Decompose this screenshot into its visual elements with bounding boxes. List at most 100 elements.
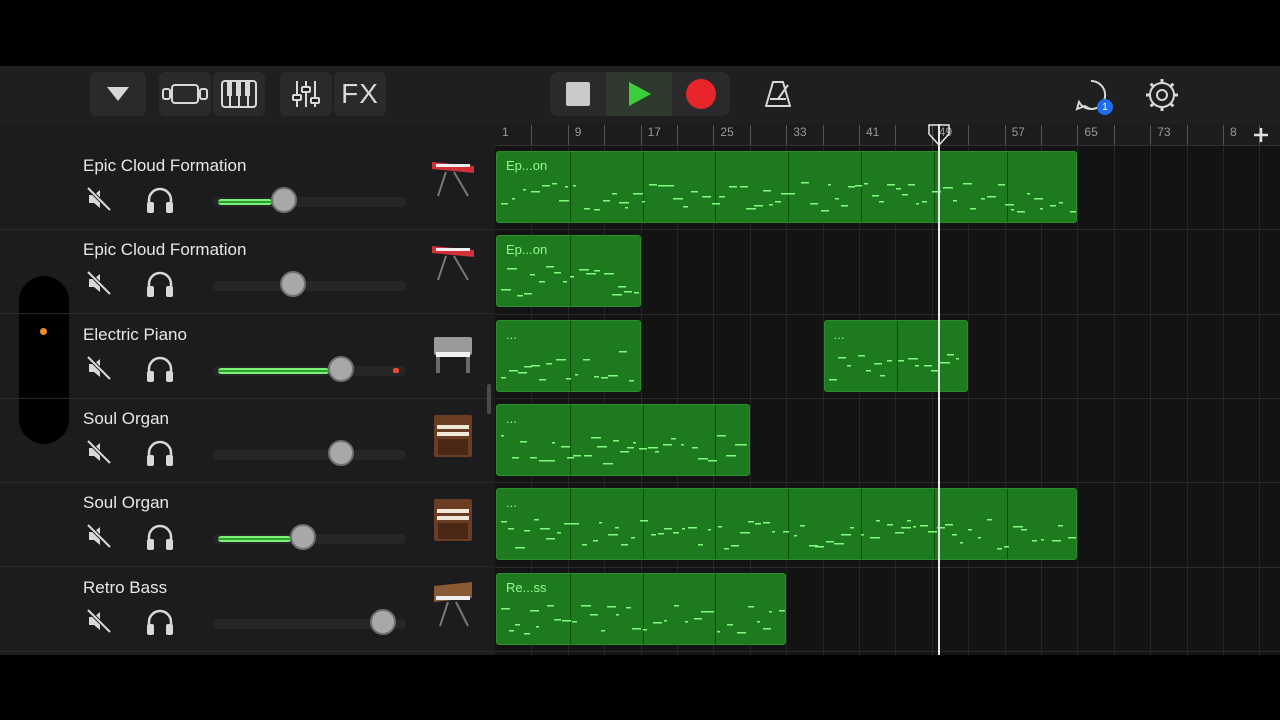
mute-speaker-icon[interactable] [86,270,112,296]
track-header[interactable]: Retro Bass [0,568,493,652]
volume-knob[interactable] [279,271,306,298]
ruler-tick [786,125,788,145]
ruler-tick [895,125,897,145]
volume-slider[interactable] [213,449,406,460]
music-region[interactable]: Ep...on [496,151,1078,223]
headphones-icon[interactable] [145,523,175,551]
bass-synth-icon[interactable] [428,578,478,634]
volume-slider[interactable] [213,197,406,207]
volume-knob[interactable] [369,608,396,635]
ruler-bar-number: 8 [1230,125,1237,139]
music-region[interactable]: Ep...on [496,235,641,308]
synth-keyboard-icon[interactable] [428,240,478,296]
ruler-tick [604,125,606,145]
volume-slider[interactable] [213,365,406,376]
volume-slider[interactable] [213,281,406,292]
metronome-icon [765,81,791,107]
volume-knob[interactable] [271,187,298,213]
plus-icon [1254,128,1268,142]
organ-icon[interactable] [428,493,478,549]
playhead-handle-icon[interactable] [928,124,950,146]
stop-button[interactable] [550,72,606,116]
ruler-tick [749,125,751,145]
track-header[interactable]: Epic Cloud Formation [0,146,493,230]
ruler-tick [640,125,642,145]
region-label: Ep...on [506,242,548,258]
volume-knob[interactable] [289,524,316,551]
triangle-down-icon [107,87,129,101]
tracks-area[interactable]: Ep...on Ep...on............ Re...ss [495,146,1280,655]
transport-controls [550,72,730,116]
ruler-tick [968,125,970,145]
ruler-tick [859,125,860,145]
music-region[interactable]: ... [496,488,1078,561]
headphones-icon[interactable] [145,270,175,298]
headers-resize-handle[interactable] [487,384,491,414]
region-label: ... [506,326,517,342]
track-name: Soul Organ [83,408,169,428]
volume-level [218,536,291,543]
headphones-icon[interactable] [145,608,175,636]
volume-knob[interactable] [328,355,355,382]
piano-keys-icon [221,80,257,108]
settings-button[interactable] [1144,77,1180,113]
browser-button[interactable] [90,72,146,116]
metronome-button[interactable] [752,72,804,116]
ruler-bar-number: 17 [647,125,661,139]
music-region[interactable]: Re...ss [496,572,787,645]
ruler-tick [1041,125,1042,145]
ruler-tick [713,125,715,145]
garageband-app: FX 1 1 9 17 25 33 41 49 57 65 73 8 Epic … [0,66,1280,655]
track-name: Soul Organ [83,493,169,513]
notification-badge: 1 [1097,99,1113,115]
ruler-bar-number: 33 [793,125,807,139]
headphones-icon[interactable] [145,186,175,214]
track-header[interactable]: Soul Organ [0,483,493,568]
record-icon [686,79,716,109]
region-label: ... [506,495,517,511]
region-notes [501,266,639,297]
track-header[interactable]: Epic Cloud Formation [0,230,493,315]
tracks-view-button[interactable] [159,72,211,116]
region-label: ... [506,410,517,426]
track-header[interactable]: Electric Piano [0,315,493,399]
track-name: Electric Piano [83,324,187,344]
region-notes [501,604,786,634]
fx-button[interactable]: FX [334,72,386,116]
track-row-divider [495,313,1280,315]
add-section-button[interactable] [1252,126,1270,144]
track-header[interactable]: Soul Organ [0,399,493,483]
bar-grid-line [1113,146,1115,655]
ruler-tick [531,125,533,145]
mute-speaker-icon[interactable] [86,608,112,634]
record-button[interactable] [672,72,730,116]
synth-keyboard-icon[interactable] [428,156,478,212]
mute-speaker-icon[interactable] [86,186,112,212]
mixer-button[interactable] [280,72,332,116]
track-name: Retro Bass [83,577,168,597]
ruler-tick [822,125,824,145]
music-region[interactable]: ... [823,319,969,392]
organ-icon[interactable] [428,409,478,465]
region-notes [501,350,634,382]
playhead[interactable] [938,124,940,655]
volume-knob[interactable] [328,439,355,466]
mute-speaker-icon[interactable] [86,355,112,381]
ruler-bar-number: 65 [1084,125,1098,139]
timeline-ruler[interactable]: 1 9 17 25 33 41 49 57 65 73 8 [495,124,1280,146]
volume-meter-peak [393,367,399,373]
track-name: Epic Cloud Formation [83,240,247,260]
track-row-divider [495,566,1280,568]
volume-level [218,199,273,205]
headphones-icon[interactable] [145,355,175,383]
play-button[interactable] [606,72,672,116]
ruler-tick [677,125,678,145]
headphones-icon[interactable] [145,439,175,467]
mute-speaker-icon[interactable] [86,523,112,549]
electric-piano-icon[interactable] [428,325,478,381]
music-region[interactable]: ... [496,319,641,392]
keyboard-button[interactable] [213,72,265,116]
music-region[interactable]: ... [496,403,750,476]
mute-speaker-icon[interactable] [86,439,112,465]
region-notes [828,353,959,381]
